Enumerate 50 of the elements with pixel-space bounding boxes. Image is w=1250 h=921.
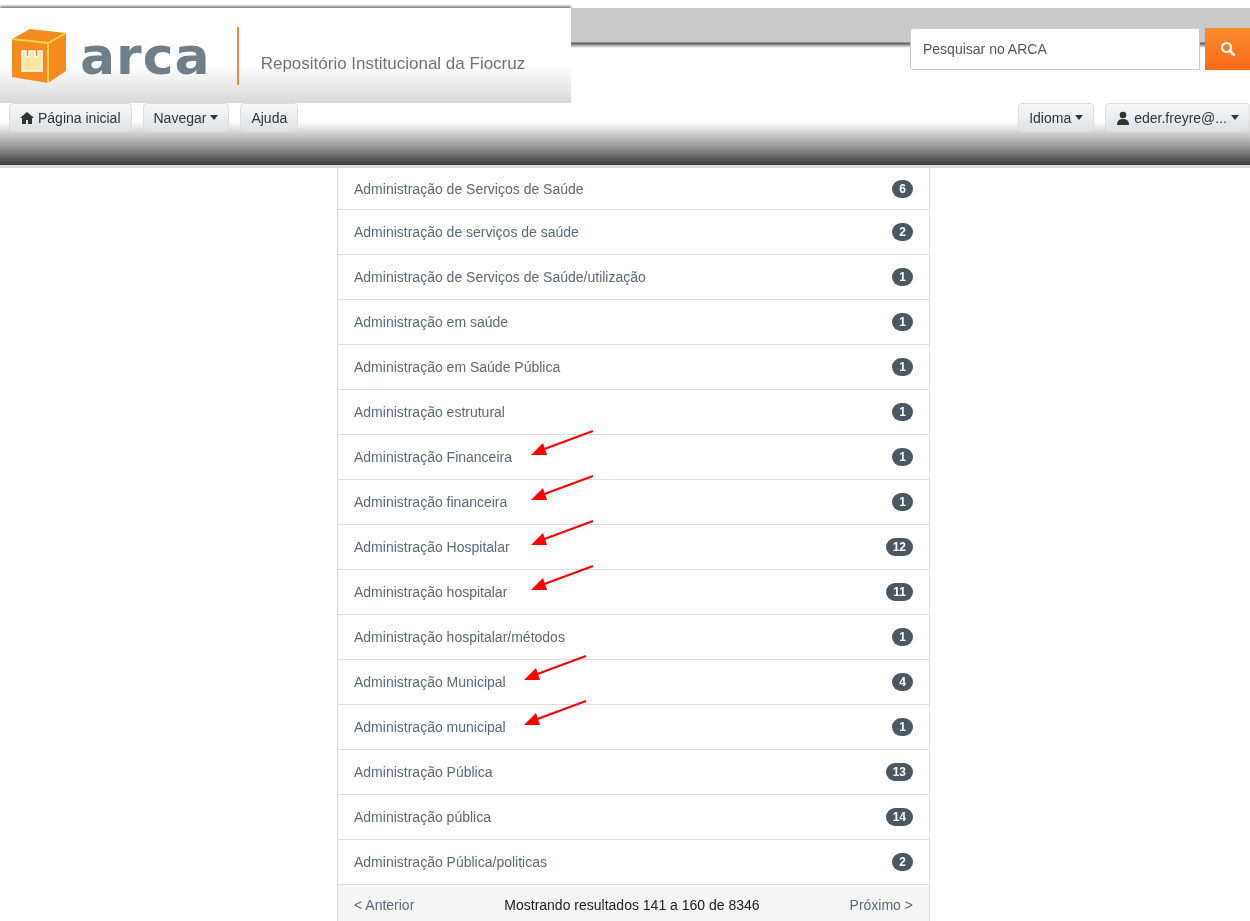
count-badge: 11 <box>886 583 913 601</box>
site-subtitle: Repositório Institucional da Fiocruz <box>260 53 526 74</box>
count-badge: 14 <box>885 808 913 826</box>
subject-link[interactable]: Administração em saúde <box>354 314 509 330</box>
caret-icon <box>1075 115 1084 120</box>
home-icon <box>20 110 34 125</box>
nav-button[interactable]: Ajuda <box>240 103 299 132</box>
caret-icon <box>210 115 219 120</box>
nav-button[interactable]: Página inicial <box>9 103 132 132</box>
count-badge: 1 <box>892 493 913 511</box>
results-summary: Mostrando resultados 141 a 160 de 8346 <box>504 897 760 913</box>
subject-link[interactable]: Administração pública <box>354 809 491 825</box>
count-badge: 4 <box>892 673 913 691</box>
count-badge: 1 <box>892 358 913 376</box>
search-field[interactable]: Pesquisar no ARCA <box>910 28 1200 70</box>
count-badge: 1 <box>892 628 913 646</box>
search-button[interactable] <box>1205 28 1250 70</box>
count-badge: 1 <box>892 718 913 736</box>
user-icon <box>1116 110 1131 125</box>
subject-link[interactable]: Administração em Saúde Pública <box>354 359 561 375</box>
count-badge: 1 <box>892 268 913 286</box>
subject-link[interactable]: Administração Hospitalar <box>354 539 510 555</box>
subject-link[interactable]: Administração de Serviços de Saúde <box>354 180 584 197</box>
search-icon <box>1219 41 1236 57</box>
previous-link[interactable]: < Anterior <box>354 897 415 913</box>
subject-link[interactable]: Administração hospitalar/métodos <box>354 629 565 645</box>
subject-link[interactable]: Administração de Serviços de Saúde/utilização <box>354 269 646 285</box>
subject-link[interactable]: Administração municipal <box>354 719 506 735</box>
subject-link[interactable]: Administração hospitalar <box>354 584 508 600</box>
next-link[interactable]: Próximo > <box>849 897 913 913</box>
user-menu-button[interactable]: eder.freyre@... <box>1105 103 1250 132</box>
subject-link[interactable]: Administração Pública <box>354 764 493 780</box>
subject-link[interactable]: Administração Pública/politicas <box>354 854 547 870</box>
count-badge: 1 <box>892 403 913 421</box>
count-badge: 6 <box>892 179 913 198</box>
count-badge: 1 <box>892 313 913 331</box>
subject-link[interactable]: Administração Financeira <box>354 449 512 465</box>
subject-link[interactable]: Administração estrutural <box>354 404 505 420</box>
count-badge: 13 <box>885 763 913 781</box>
count-badge: 12 <box>885 538 913 556</box>
caret-icon <box>1231 115 1239 120</box>
subject-link[interactable]: Administração Municipal <box>354 674 506 690</box>
count-badge: 2 <box>892 853 913 871</box>
subject-link[interactable]: Administração financeira <box>354 494 508 510</box>
logo-text: arca <box>80 29 211 82</box>
subject-link[interactable]: Administração de serviços de saúde <box>354 224 579 240</box>
dropdown-button[interactable]: Navegar <box>142 103 230 132</box>
count-badge: 2 <box>892 223 913 241</box>
dropdown-button[interactable]: Idioma <box>1018 103 1095 132</box>
count-badge: 1 <box>892 448 913 466</box>
